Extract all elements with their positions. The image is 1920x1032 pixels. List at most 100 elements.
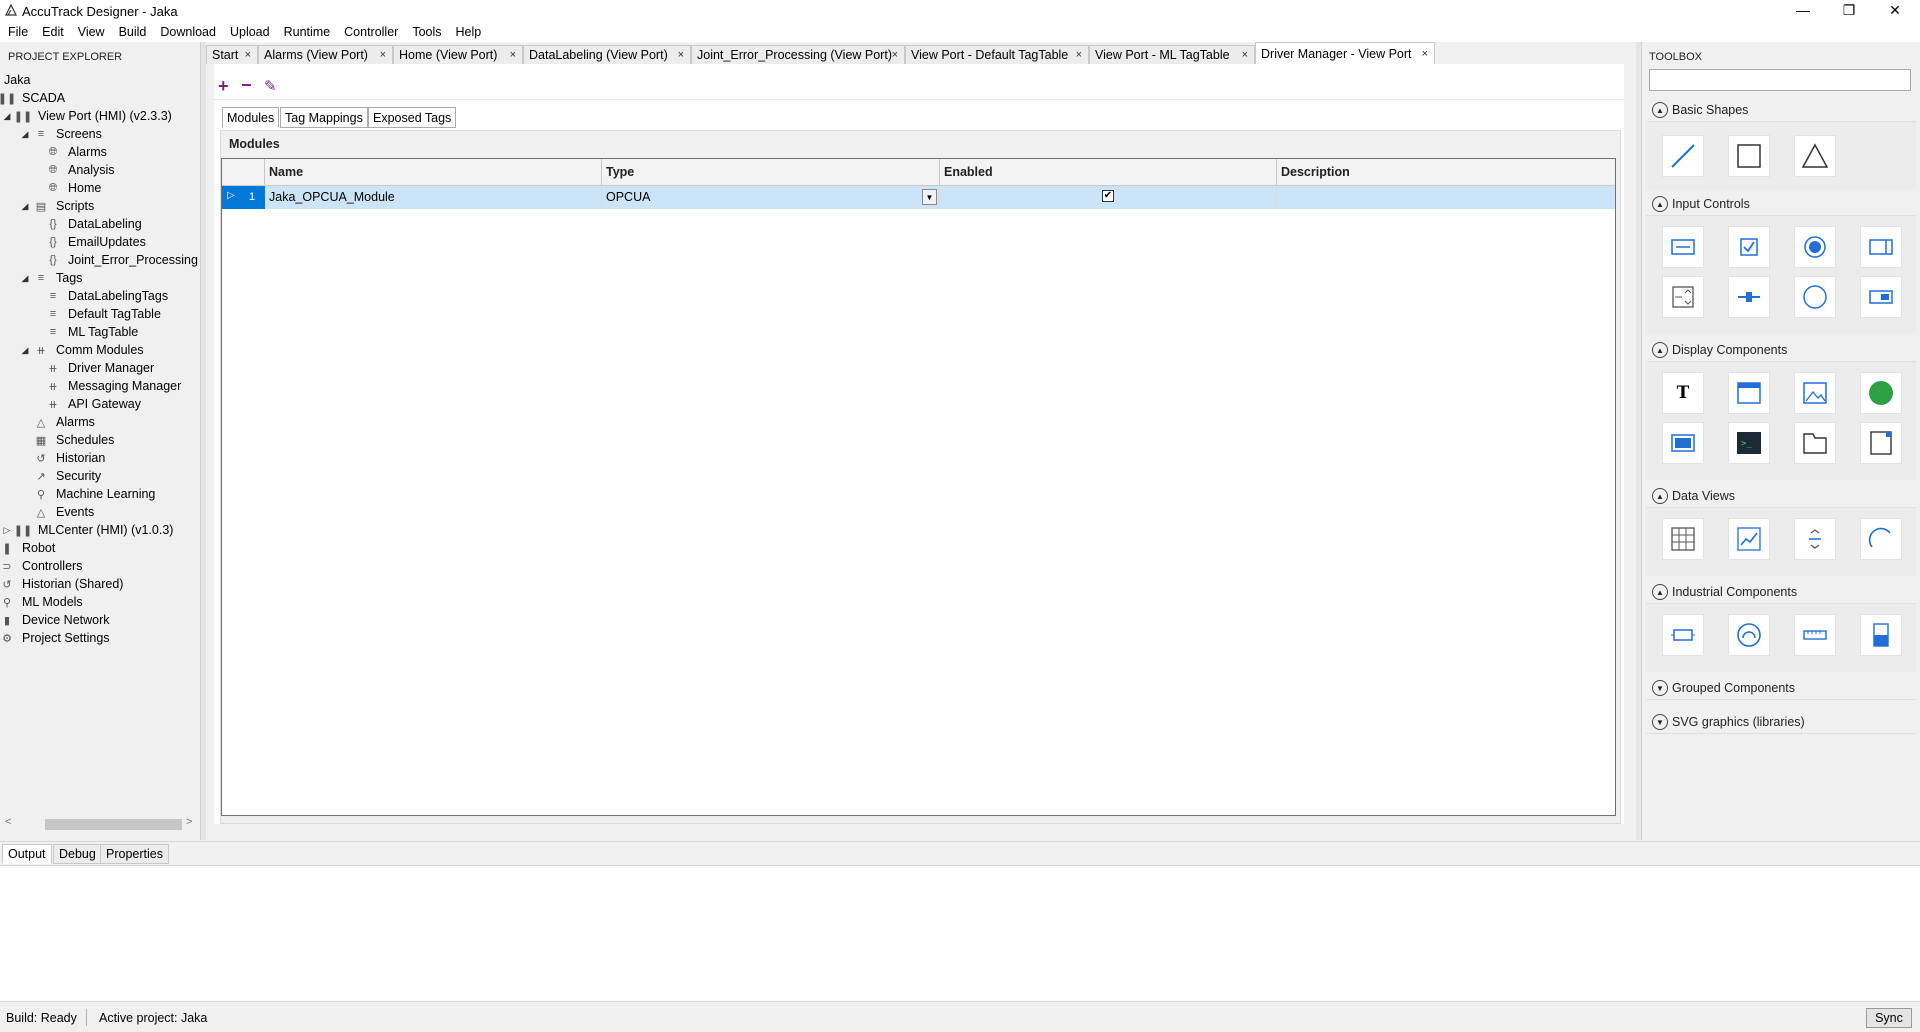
column-header-enabled[interactable]: Enabled <box>940 159 1277 186</box>
tree-item-root[interactable]: Jaka <box>4 71 30 89</box>
ruler-tool-icon[interactable] <box>1794 614 1836 656</box>
restore-button[interactable]: ❐ <box>1826 0 1872 22</box>
tab-ml-tagtable[interactable]: View Port - ML TagTable × <box>1089 45 1255 64</box>
menu-tools[interactable]: Tools <box>404 22 447 39</box>
slider-tool-icon[interactable] <box>1728 276 1770 318</box>
tree-item-historian[interactable]: ↺ Historian <box>30 449 105 467</box>
frame-tool-icon[interactable] <box>1860 422 1902 464</box>
tree-item-ml-models[interactable]: ⚲ ML Models <box>0 593 83 611</box>
tab-tag-mappings[interactable]: Tag Mappings <box>280 107 368 128</box>
tree-item-comm-modules[interactable]: ◢ ⧺ Comm Modules <box>20 341 144 359</box>
chevron-up-icon[interactable]: ▲ <box>1652 102 1668 118</box>
close-icon[interactable]: × <box>1242 49 1248 61</box>
tab-control-tool-icon[interactable] <box>1794 422 1836 464</box>
image-tool-icon[interactable] <box>1794 372 1836 414</box>
chevron-up-icon[interactable]: ▲ <box>1652 488 1668 504</box>
chevron-down-icon[interactable]: ▼ <box>1652 714 1668 730</box>
menu-controller[interactable]: Controller <box>336 22 404 39</box>
menu-file[interactable]: File <box>0 22 34 39</box>
tree-item-driver-manager[interactable]: ⧺ Driver Manager <box>42 359 154 377</box>
menu-view[interactable]: View <box>70 22 111 39</box>
tank-tool-icon[interactable] <box>1860 614 1902 656</box>
section-display-components[interactable]: ▲ Display Components <box>1646 339 1916 362</box>
close-icon[interactable]: × <box>1422 48 1428 60</box>
tree-item-alarms[interactable]: △ Alarms <box>30 413 95 431</box>
textbox-tool-icon[interactable] <box>1662 226 1704 268</box>
tree-item-api-gateway[interactable]: ⧺ API Gateway <box>42 395 141 413</box>
sync-button[interactable]: Sync <box>1866 1008 1912 1028</box>
led-tool-icon[interactable] <box>1860 372 1902 414</box>
tree-item-screens[interactable]: ◢ ≡ Screens <box>20 125 102 143</box>
menu-build[interactable]: Build <box>111 22 153 39</box>
close-icon[interactable]: × <box>678 49 684 61</box>
grid-tool-icon[interactable] <box>1662 518 1704 560</box>
tree-item-historian-shared[interactable]: ↺ Historian (Shared) <box>0 575 123 593</box>
toolbox-search-input[interactable] <box>1649 69 1911 91</box>
tree-item-datalabelingtags[interactable]: ≡ DataLabelingTags <box>42 287 168 305</box>
right-splitter[interactable] <box>1636 42 1642 840</box>
expand-toggle-icon[interactable]: ◢ <box>2 111 12 122</box>
tree-item-emailupdates[interactable]: {} EmailUpdates <box>42 233 146 251</box>
edit-icon[interactable]: ✎ <box>264 77 277 95</box>
row-header[interactable]: ▷ 1 <box>222 186 265 209</box>
tab-debug[interactable]: Debug <box>53 844 102 864</box>
tree-item-tags[interactable]: ◢ ≡ Tags <box>20 269 83 287</box>
tree-item-mlcenter[interactable]: ▷ ❚❚ MLCenter (HMI) (v1.0.3) <box>2 521 174 539</box>
tree-item-robot[interactable]: ❚ Robot <box>0 539 55 557</box>
pipe-tool-icon[interactable] <box>1662 614 1704 656</box>
section-basic-shapes[interactable]: ▲ Basic Shapes <box>1646 99 1916 122</box>
circle-button-tool-icon[interactable] <box>1794 276 1836 318</box>
section-data-views[interactable]: ▲ Data Views <box>1646 485 1916 508</box>
tree-item-schedules[interactable]: ▦ Schedules <box>30 431 115 449</box>
tree-item-project-settings[interactable]: ⚙ Project Settings <box>0 629 109 647</box>
cell-name[interactable]: Jaka_OPCUA_Module <box>265 186 602 209</box>
expand-toggle-icon[interactable]: ◢ <box>20 345 30 356</box>
tab-modules[interactable]: Modules <box>222 107 280 128</box>
scroll-left-icon[interactable]: < <box>5 816 11 828</box>
tab-start[interactable]: Start × <box>206 45 258 64</box>
add-icon[interactable]: + <box>218 76 229 97</box>
terminal-tool-icon[interactable]: >_ <box>1728 422 1770 464</box>
triangle-tool-icon[interactable] <box>1794 135 1836 177</box>
close-icon[interactable]: × <box>892 49 898 61</box>
rectangle-tool-icon[interactable] <box>1728 135 1770 177</box>
expand-toggle-icon[interactable]: ▷ <box>2 525 12 536</box>
data-list-tool-icon[interactable] <box>1794 518 1836 560</box>
chevron-up-icon[interactable]: ▲ <box>1652 196 1668 212</box>
expand-toggle-icon[interactable]: ◢ <box>20 273 30 284</box>
cell-enabled[interactable]: ✔ <box>940 186 1277 209</box>
enabled-checkbox[interactable]: ✔ <box>1102 190 1114 202</box>
cell-description[interactable] <box>1277 186 1615 209</box>
toggle-tool-icon[interactable] <box>1860 276 1902 318</box>
chevron-up-icon[interactable]: ▲ <box>1652 584 1668 600</box>
column-header-type[interactable]: Type <box>602 159 940 186</box>
minimize-button[interactable]: — <box>1780 0 1826 22</box>
trend-chart-tool-icon[interactable] <box>1728 518 1770 560</box>
expand-toggle-icon[interactable]: ◢ <box>20 129 30 140</box>
tab-driver-manager[interactable]: Driver Manager - View Port × <box>1255 42 1435 64</box>
tab-exposed-tags[interactable]: Exposed Tags <box>368 107 457 128</box>
tree-item-scripts[interactable]: ◢ ▤ Scripts <box>20 197 95 215</box>
tree-item-viewport[interactable]: ◢ ❚❚ View Port (HMI) (v2.3.3) <box>2 107 172 125</box>
tab-output[interactable]: Output <box>2 844 52 864</box>
section-input-controls[interactable]: ▲ Input Controls <box>1646 193 1916 216</box>
remove-icon[interactable]: − <box>241 75 252 96</box>
tree-item-messaging-manager[interactable]: ⧺ Messaging Manager <box>42 377 181 395</box>
close-window-button[interactable]: ✕ <box>1872 0 1918 22</box>
tab-joint-error-view-port[interactable]: Joint_Error_Processing (View Port) × <box>691 45 905 64</box>
line-tool-icon[interactable] <box>1662 135 1704 177</box>
checkbox-tool-icon[interactable] <box>1728 226 1770 268</box>
tree-item-device-network[interactable]: ▮ Device Network <box>0 611 110 629</box>
section-grouped-components[interactable]: ▼ Grouped Components <box>1646 677 1916 700</box>
tab-default-tagtable[interactable]: View Port - Default TagTable × <box>905 45 1089 64</box>
close-icon[interactable]: × <box>510 49 516 61</box>
menu-runtime[interactable]: Runtime <box>276 22 337 39</box>
combobox-tool-icon[interactable] <box>1860 226 1902 268</box>
close-icon[interactable]: × <box>380 49 386 61</box>
tab-properties[interactable]: Properties <box>100 844 169 864</box>
output-pane[interactable] <box>0 865 1920 1001</box>
tree-item-joint-error[interactable]: {} Joint_Error_Processing <box>42 251 198 269</box>
tree-item-ml-tagtable[interactable]: ≡ ML TagTable <box>42 323 138 341</box>
close-icon[interactable]: × <box>1076 49 1082 61</box>
scroll-thumb[interactable] <box>45 819 182 830</box>
